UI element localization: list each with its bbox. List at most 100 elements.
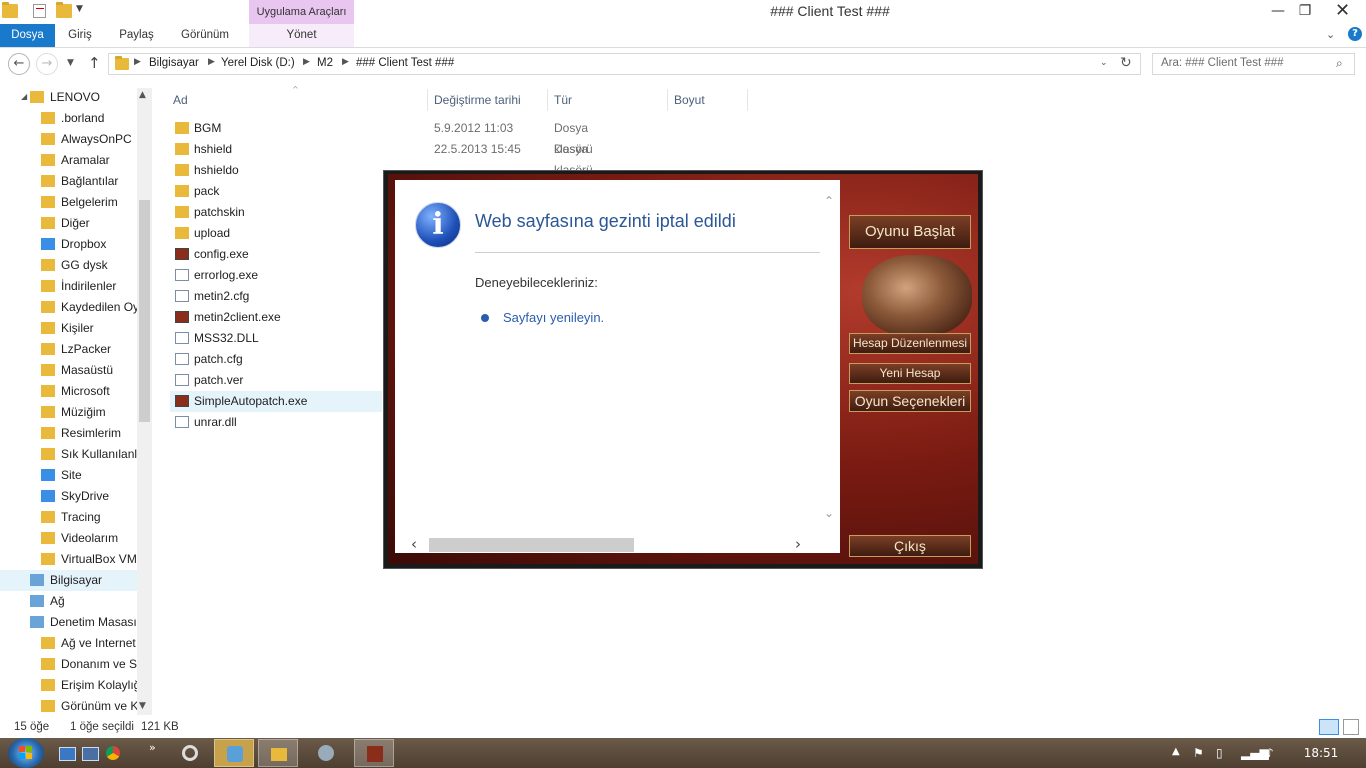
scroll-up-icon[interactable]: ▲ (139, 90, 146, 100)
sidebar-item-19[interactable]: SkyDrive (0, 486, 138, 507)
scroll-down-icon[interactable]: ⌄ (824, 506, 834, 520)
ribbon-expand-icon[interactable]: ⌄ (1326, 28, 1335, 41)
sidebar-item-8[interactable]: GG dysk (0, 255, 138, 276)
breadcrumb-client-test[interactable]: ### Client Test ### (356, 57, 454, 69)
tab-manage[interactable]: Yönet (249, 24, 354, 47)
new-folder-icon[interactable] (56, 2, 72, 18)
start-game-button[interactable]: Oyunu Başlat (849, 215, 971, 249)
game-options-button[interactable]: Oyun Seçenekleri (849, 390, 971, 412)
column-size[interactable]: Boyut (674, 89, 705, 111)
up-arrow-icon[interactable]: ↑ (88, 54, 101, 72)
breadcrumb-drive[interactable]: Yerel Disk (D:) (221, 57, 295, 69)
sidebar-item-7[interactable]: Dropbox (0, 234, 138, 255)
maximize-button[interactable]: ❐ (1290, 0, 1320, 22)
tab-view[interactable]: Görünüm (176, 24, 234, 47)
power-icon[interactable]: ▯ (1216, 746, 1223, 760)
recent-locations-icon[interactable]: ▼ (67, 58, 74, 68)
breadcrumb-m2[interactable]: M2 (317, 57, 333, 69)
sidebar-item-27[interactable]: Donanım ve Se (0, 654, 138, 675)
sidebar-item-28[interactable]: Erişim Kolaylığ (0, 675, 138, 696)
sidebar-item-17[interactable]: Sık Kullanılanla (0, 444, 138, 465)
clock[interactable]: 18:51 (1296, 738, 1346, 768)
forward-button[interactable]: → (36, 53, 58, 75)
webview-vertical-scrollbar[interactable]: ⌃ ⌄ (820, 180, 840, 538)
address-bar[interactable]: ▶ Bilgisayar ▶ Yerel Disk (D:) ▶ M2 ▶ ##… (108, 53, 1141, 75)
chevron-down-icon[interactable]: ▼ (76, 4, 83, 14)
chrome-icon[interactable] (106, 746, 120, 760)
sidebar-item-24[interactable]: Ağ (0, 591, 138, 612)
help-icon[interactable]: ? (1348, 27, 1362, 41)
table-row[interactable]: SimpleAutopatch.exe (170, 391, 382, 412)
column-date[interactable]: Değiştirme tarihi (434, 89, 521, 111)
action-center-icon[interactable]: ⚑ (1193, 746, 1204, 760)
sidebar-item-11[interactable]: Kişiler (0, 318, 138, 339)
sidebar-item-23[interactable]: Bilgisayar (0, 570, 138, 591)
taskbar-app-browser[interactable] (170, 739, 210, 767)
tab-share[interactable]: Paylaş (114, 24, 159, 47)
sidebar-item-25[interactable]: Denetim Masası (0, 612, 138, 633)
breadcrumb-computer[interactable]: Bilgisayar (149, 57, 199, 69)
sidebar-item-4[interactable]: Bağlantılar (0, 171, 138, 192)
show-desktop-icon[interactable] (59, 747, 76, 761)
scroll-left-icon[interactable]: ‹ (411, 535, 417, 553)
sidebar-item-10[interactable]: Kaydedilen Oy (0, 297, 138, 318)
column-name[interactable]: Ad (173, 89, 188, 111)
folder-icon[interactable] (2, 2, 18, 18)
sidebar-item-14[interactable]: Microsoft (0, 381, 138, 402)
nav-scrollbar-thumb[interactable] (139, 200, 150, 422)
table-row[interactable]: BGM 5.9.2012 11:03 Dosya klasörü (170, 118, 600, 156)
launcher-webview[interactable]: i Web sayfasına gezinti iptal edildi Den… (395, 180, 840, 553)
quick-launch-overflow-icon[interactable]: » (149, 741, 156, 754)
taskbar-app-contacts[interactable] (214, 739, 254, 767)
properties-icon[interactable] (33, 4, 46, 18)
signal-icon[interactable]: ▂▄▆ (1241, 746, 1269, 760)
sidebar-item-16[interactable]: Resimlerim (0, 423, 138, 444)
sidebar-item-26[interactable]: Ağ ve Internet (0, 633, 138, 654)
sidebar-item-29[interactable]: Görünüm ve K (0, 696, 138, 715)
scroll-down-icon[interactable]: ▼ (139, 701, 146, 711)
scroll-up-icon[interactable]: ⌃ (824, 194, 834, 208)
back-button[interactable]: ← (8, 53, 30, 75)
horizontal-scrollbar-thumb[interactable] (429, 538, 634, 552)
exit-button[interactable]: Çıkış (849, 535, 971, 557)
navigation-pane[interactable]: LENOVO .borland AlwaysOnPC Aramalar Bağlantı… (0, 87, 152, 715)
sidebar-item-2[interactable]: AlwaysOnPC (0, 129, 138, 150)
search-icon[interactable]: ⌕ (1336, 56, 1343, 71)
expand-arrow-icon[interactable]: ◢ (21, 92, 27, 101)
details-view-icon[interactable] (1319, 719, 1339, 735)
taskbar-app-tool[interactable] (306, 739, 346, 767)
minimize-button[interactable]: — (1263, 0, 1293, 22)
refresh-page-link[interactable]: Sayfayı yenileyin. (503, 310, 604, 325)
sidebar-item-18[interactable]: Site (0, 465, 138, 486)
item-count: 15 öğe (14, 721, 50, 733)
taskbar-app-explorer[interactable] (258, 739, 298, 767)
table-row[interactable]: hshield22.5.2013 15:45Dosya klasörü (170, 139, 600, 177)
address-dropdown-icon[interactable]: ⌄ (1100, 58, 1108, 68)
tray-overflow-icon[interactable]: ▲ (1172, 746, 1180, 757)
sidebar-item-6[interactable]: Diğer (0, 213, 138, 234)
tab-file[interactable]: Dosya (0, 24, 55, 47)
account-settings-button[interactable]: Hesap Düzenlenmesi (849, 333, 971, 354)
sidebar-item-20[interactable]: Tracing (0, 507, 138, 528)
tab-home[interactable]: Giriş (60, 24, 100, 47)
new-account-button[interactable]: Yeni Hesap (849, 363, 971, 384)
sidebar-item-9[interactable]: İndirilenler (0, 276, 138, 297)
sidebar-item-21[interactable]: Videolarım (0, 528, 138, 549)
close-button[interactable]: ✕ (1325, 0, 1360, 22)
scroll-right-icon[interactable]: › (795, 535, 801, 553)
sidebar-item-12[interactable]: LzPacker (0, 339, 138, 360)
start-button[interactable] (8, 738, 44, 768)
task-switcher-icon[interactable] (82, 747, 99, 761)
refresh-icon[interactable]: ↻ (1120, 55, 1132, 71)
sidebar-item-15[interactable]: Müziğim (0, 402, 138, 423)
sidebar-item-5[interactable]: Belgelerim (0, 192, 138, 213)
taskbar-app-game[interactable] (354, 739, 394, 767)
large-icons-view-icon[interactable] (1343, 719, 1359, 735)
sidebar-item-22[interactable]: VirtualBox VM (0, 549, 138, 570)
sidebar-item-1[interactable]: .borland (0, 108, 138, 129)
sidebar-item-13[interactable]: Masaüstü (0, 360, 138, 381)
search-box[interactable]: Ara: ### Client Test ### ⌕ (1152, 53, 1355, 75)
volume-icon[interactable]: ♪ (1266, 746, 1274, 760)
column-type[interactable]: Tür (554, 89, 572, 111)
sidebar-item-3[interactable]: Aramalar (0, 150, 138, 171)
